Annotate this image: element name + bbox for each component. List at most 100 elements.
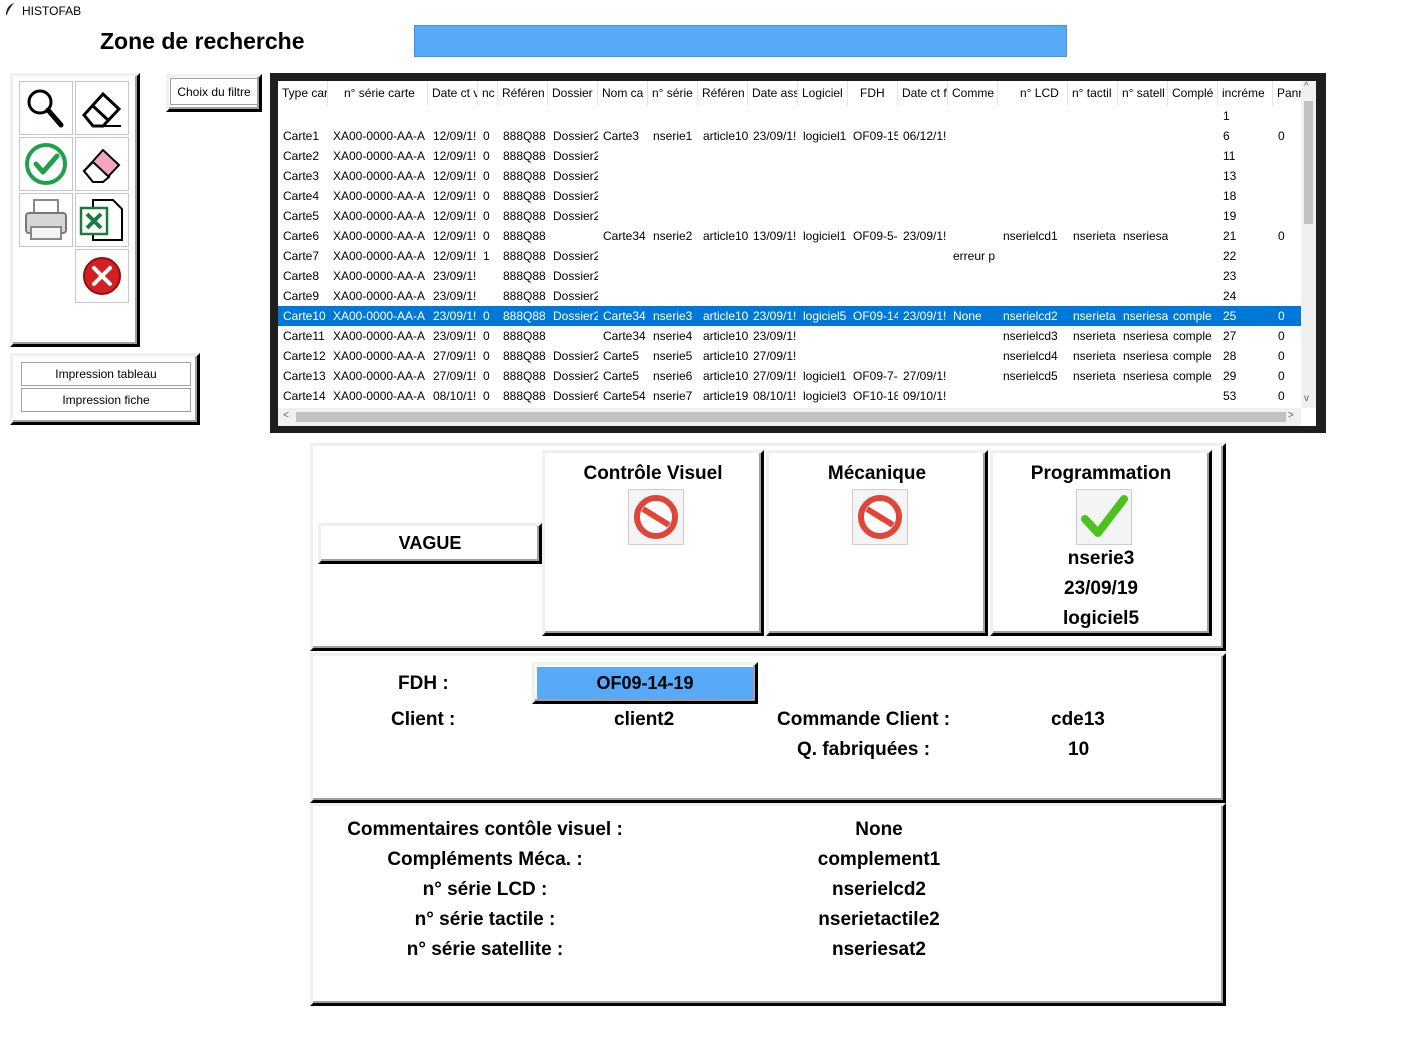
column-header[interactable]: incréme <box>1218 81 1273 106</box>
column-header[interactable]: Dossier <box>548 81 598 106</box>
print-button[interactable] <box>19 193 73 247</box>
comment-label: n° série satellite : <box>406 939 564 960</box>
table-cell <box>1118 266 1168 286</box>
table-cell <box>948 286 998 306</box>
column-header[interactable]: FDH <box>848 81 898 106</box>
column-header[interactable]: n° tactil <box>1068 81 1118 106</box>
table-cell <box>998 206 1068 226</box>
clear-search-button[interactable] <box>75 81 129 135</box>
table-row[interactable]: Carte7 XA00-0000-AA-A 12/09/1! 1 888Q88 Dossi… <box>278 246 1301 266</box>
table-cell <box>898 326 948 346</box>
table-cell <box>848 346 898 366</box>
table-cell <box>998 146 1068 166</box>
column-header[interactable]: Complé <box>1168 81 1218 106</box>
column-header[interactable]: Comme <box>948 81 998 106</box>
print-table-button[interactable]: Impression tableau <box>21 362 191 386</box>
table-cell <box>748 166 798 186</box>
feather-icon <box>6 3 14 15</box>
table-cell: XA00-0000-AA-A <box>333 209 426 223</box>
table-cell: 23/09/1! <box>433 329 477 343</box>
fdh-value[interactable]: OF09-14-19 <box>532 662 758 704</box>
table-row[interactable]: Carte3 XA00-0000-AA-A 12/09/1! 0 888Q88 Dossi… <box>278 166 1301 186</box>
column-header[interactable]: Nom ca <box>598 81 648 106</box>
table-cell: logiciel1 <box>803 369 847 383</box>
table-cell: XA00-0000-AA-A <box>333 369 426 383</box>
table-cell <box>1118 286 1168 306</box>
table-cell: comple <box>1173 309 1212 323</box>
records-table[interactable]: Type car n° série carte Date ct v nc Référen… <box>278 81 1316 426</box>
table-cell: 27/09/1! <box>903 369 947 383</box>
stage-status[interactable] <box>628 489 684 545</box>
horizontal-scrollbar[interactable]: < > <box>278 408 1301 426</box>
stage-status[interactable] <box>1076 489 1132 545</box>
column-header[interactable]: n° LCD <box>998 81 1068 106</box>
table-cell: Dossier2 <box>553 349 598 363</box>
table-cell <box>698 106 748 126</box>
stage-status[interactable] <box>852 489 908 545</box>
table-cell <box>478 286 498 306</box>
table-cell <box>648 186 698 206</box>
vertical-scrollbar[interactable]: ^ v <box>1301 81 1316 408</box>
table-row[interactable]: Carte6 XA00-0000-AA-A 12/09/1! 0 888Q88 Carte… <box>278 226 1301 246</box>
table-row[interactable]: Carte4 XA00-0000-AA-A 12/09/1! 0 888Q88 Dossi… <box>278 186 1301 206</box>
filter-button[interactable]: Choix du filtre <box>170 78 258 105</box>
vertical-scroll-thumb[interactable] <box>1304 101 1313 224</box>
column-header[interactable]: Logiciel <box>798 81 848 106</box>
table-cell: 1 <box>483 249 490 263</box>
table-row[interactable]: Carte8 XA00-0000-AA-A 23/09/1! 888Q88 Dossie… <box>278 266 1301 286</box>
column-header[interactable]: Type car <box>278 81 328 106</box>
print-sheet-button[interactable]: Impression fiche <box>21 388 191 412</box>
validate-button[interactable] <box>19 137 73 191</box>
table-row[interactable]: Carte5 XA00-0000-AA-A 12/09/1! 0 888Q88 Dossi… <box>278 206 1301 226</box>
table-cell: OF10-18 <box>853 389 898 403</box>
table-row[interactable]: Carte10 XA00-0000-AA-A 23/09/1! 0 888Q88 Doss… <box>278 306 1301 326</box>
column-header[interactable]: n° série <box>648 81 698 106</box>
close-button[interactable] <box>75 249 129 303</box>
table-cell: 06/12/1! <box>903 129 947 143</box>
search-input[interactable] <box>414 25 1067 57</box>
export-excel-button[interactable] <box>75 193 129 247</box>
table-cell <box>848 166 898 186</box>
table-cell <box>648 266 698 286</box>
table-cell <box>548 326 598 346</box>
scroll-down-icon[interactable]: v <box>1304 393 1309 404</box>
table-cell: 0 <box>483 389 490 403</box>
table-cell: 0 <box>1278 129 1285 143</box>
table-row[interactable]: Carte2 XA00-0000-AA-A 12/09/1! 0 888Q88 Dossi… <box>278 146 1301 166</box>
column-header[interactable]: Date ass <box>748 81 798 106</box>
table-cell <box>698 186 748 206</box>
table-cell: 23/09/1! <box>433 309 477 323</box>
table-row[interactable]: Carte9 XA00-0000-AA-A 23/09/1! 888Q88 Dossie… <box>278 286 1301 306</box>
column-header[interactable]: Référen <box>698 81 748 106</box>
column-header[interactable]: Date ct v <box>428 81 478 106</box>
table-row[interactable]: Carte14 XA00-0000-AA-A 08/10/1! 0 888Q88 Doss… <box>278 386 1301 406</box>
column-header[interactable]: Panr <box>1273 81 1303 106</box>
column-header[interactable]: nc <box>478 81 498 106</box>
table-cell <box>948 386 998 406</box>
table-cell: XA00-0000-AA-A <box>333 129 426 143</box>
search-button[interactable] <box>19 81 73 135</box>
table-cell: 11 <box>1223 149 1236 163</box>
vague-button[interactable]: VAGUE <box>318 523 542 564</box>
table-row[interactable]: Carte12 XA00-0000-AA-A 27/09/1! 0 888Q88 Doss… <box>278 346 1301 366</box>
column-header[interactable]: Référen <box>498 81 548 106</box>
table-cell <box>598 146 648 166</box>
table-cell <box>748 146 798 166</box>
table-row[interactable]: Carte13 XA00-0000-AA-A 27/09/1! 0 888Q88 Doss… <box>278 366 1301 386</box>
table-cell: nserie5 <box>653 349 693 363</box>
scroll-right-icon[interactable]: > <box>1288 410 1294 421</box>
column-header[interactable]: n° satell <box>1118 81 1168 106</box>
stage-date: 23/09/19 <box>1064 578 1138 599</box>
table-row[interactable]: Carte11 XA00-0000-AA-A 23/09/1! 0 888Q88 Cart… <box>278 326 1301 346</box>
table-cell: nserie1 <box>653 129 693 143</box>
column-header[interactable]: n° série carte <box>328 81 428 106</box>
table-cell <box>798 326 848 346</box>
scroll-up-icon[interactable]: ^ <box>1304 81 1309 92</box>
column-header[interactable]: Date ct f <box>898 81 948 106</box>
clear-filter-button[interactable] <box>75 137 129 191</box>
table-row[interactable]: 1 <box>278 106 1301 126</box>
horizontal-scroll-thumb[interactable] <box>296 412 1286 422</box>
table-row[interactable]: Carte1 XA00-0000-AA-A 12/09/1! 0 888Q88 Dossi… <box>278 126 1301 146</box>
scroll-left-icon[interactable]: < <box>283 410 289 421</box>
stage-title: Contrôle Visuel <box>583 463 723 484</box>
